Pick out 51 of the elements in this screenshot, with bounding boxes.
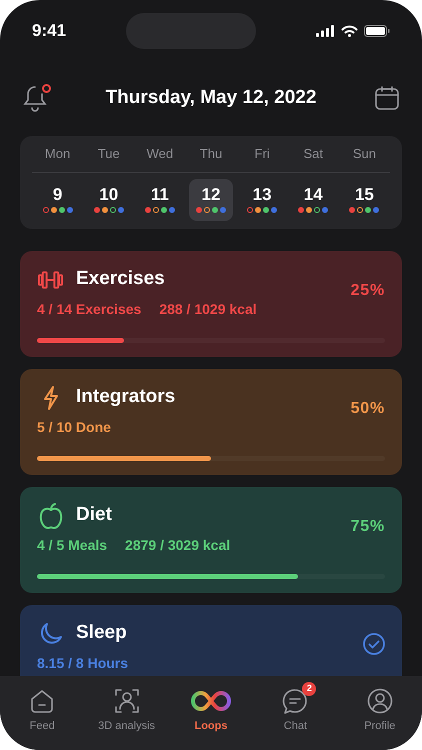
tab-item[interactable]: 3D analysis [84,680,169,734]
percent-value: 50% [350,398,385,418]
weekday-label: Tue [96,145,121,163]
tab-item[interactable]: Profile [338,680,422,734]
card-title: Diet [76,503,112,528]
card-stat: 2879 / 3029 kcal [125,536,230,554]
person-scan-icon [114,688,140,714]
category-card[interactable]: Integrators 5 / 10 Done 50% [20,368,402,474]
weekday-label: Wed [146,145,174,163]
weekday-label: Mon [44,145,72,163]
wifi-icon [341,25,358,37]
chat-icon [282,688,308,714]
battery-icon [364,25,390,37]
tab-item[interactable]: Feed [0,680,84,734]
category-card[interactable]: Diet 4 / 5 Meals 2879 / 3029 kcal 75% [20,486,402,592]
day-item[interactable]: 12 [188,178,233,220]
card-stat: 5 / 10 Done [37,418,111,436]
day-item[interactable]: 14 [291,178,336,220]
card-stat: 288 / 1029 kcal [159,300,257,318]
weekday-label: Fri [254,145,271,163]
tab-item[interactable]: 2 Chat [253,680,338,734]
weekday-label: Sat [302,145,324,163]
category-card[interactable]: Exercises 4 / 14 Exercises 288 / 1029 kcal 25% [20,250,402,356]
card-stat: 4 / 5 Meals [37,536,108,554]
day-item[interactable]: 15 [342,178,386,220]
card-title: Sleep [76,621,127,646]
percent-value: 25% [350,280,385,300]
dumbbell-icon [37,268,64,290]
date-title: Thursday, May 12, 2022 [106,86,316,110]
day-item[interactable]: 13 [240,178,284,220]
status-time: 9:41 [32,20,66,42]
bell-icon[interactable] [22,84,48,112]
category-card[interactable]: Sleep 8.15 / 8 Hours [20,604,402,676]
unread-badge: 2 [302,682,316,696]
day-item[interactable]: 9 [36,178,80,220]
card-stat: 8.15 / 8 Hours [37,654,128,672]
weekday-label: Thu [198,145,224,163]
percent-value: 75% [350,516,385,536]
infinity-icon [190,689,231,713]
card-title: Integrators [76,385,176,410]
calendar-icon[interactable] [374,85,400,111]
weekday-label: Sun [352,145,377,163]
profile-icon [366,688,393,714]
card-stat: 4 / 14 Exercises [37,300,142,318]
apple-icon [38,502,64,530]
tab-item[interactable]: Loops [168,680,254,734]
day-item[interactable]: 10 [86,178,131,220]
signal-icon [316,25,335,37]
day-item[interactable]: 11 [138,178,182,220]
card-title: Exercises [76,267,165,292]
home-icon [29,688,56,714]
